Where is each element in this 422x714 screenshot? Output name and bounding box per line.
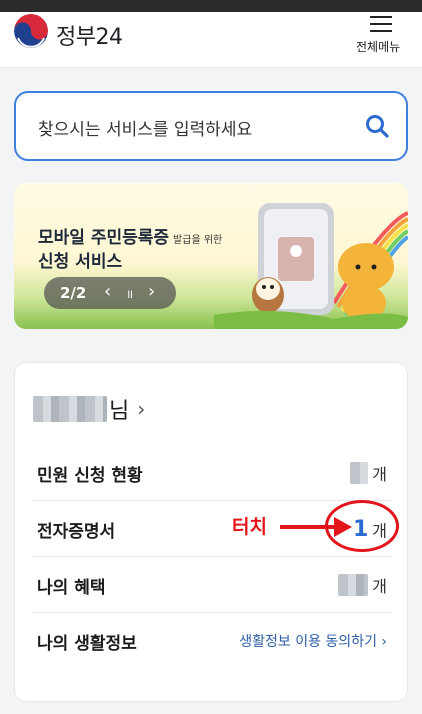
row-value: 개 <box>350 461 387 485</box>
promo-banner[interactable]: 모바일 주민등록증 발급을 위한 신청 서비스 2/2 ‹ ॥ › <box>14 183 408 329</box>
pager-pause-button[interactable]: ॥ <box>126 285 133 302</box>
chevron-right-icon: › <box>137 397 146 421</box>
life-info-consent-link[interactable]: 생활정보 이용 동의하기 › <box>239 631 387 651</box>
pager-count: 2/2 <box>60 284 87 302</box>
pager-prev-button[interactable]: ‹ <box>104 281 111 302</box>
search-box[interactable]: 찾으시는 서비스를 입력하세요 <box>14 91 408 161</box>
row-unit: 개 <box>372 577 387 596</box>
row-unit: 개 <box>372 465 387 484</box>
hamburger-icon <box>370 16 392 32</box>
row-my-life-info[interactable]: 나의 생활정보 생활정보 이용 동의하기 › <box>33 613 391 669</box>
count-redacted <box>338 574 369 596</box>
government-logo-icon[interactable] <box>14 14 48 48</box>
site-logo-text[interactable]: 정부24 <box>56 19 123 51</box>
search-icon[interactable] <box>364 113 390 139</box>
touch-annotation-text: 터치 <box>232 516 267 538</box>
row-civil-application-status[interactable]: 민원 신청 현황 개 <box>33 445 391 501</box>
row-label: 나의 생활정보 <box>37 634 137 654</box>
highlight-circle <box>325 500 399 552</box>
row-label: 전자증명서 <box>37 522 116 542</box>
row-label: 나의 혜택 <box>37 578 106 598</box>
banner-pager: 2/2 ‹ ॥ › <box>44 277 176 309</box>
search-input[interactable]: 찾으시는 서비스를 입력하세요 <box>38 115 252 140</box>
row-value: 개 <box>338 573 387 597</box>
row-my-benefits[interactable]: 나의 혜택 개 <box>33 557 391 613</box>
banner-title-line1: 모바일 주민등록증 발급을 위한 <box>38 223 222 248</box>
user-name-suffix: 님 <box>109 399 130 424</box>
full-menu-button[interactable]: 전체메뉴 <box>356 14 408 58</box>
banner-title-main: 모바일 주민등록증 <box>38 228 170 248</box>
status-bar-area <box>0 0 422 12</box>
banner-title-line2: 신청 서비스 <box>38 252 123 272</box>
banner-illustration <box>214 203 408 329</box>
user-name-redacted <box>33 396 107 422</box>
pager-next-button[interactable]: › <box>148 281 155 302</box>
phone-screen: 정부24 전체메뉴 찾으시는 서비스를 입력하세요 모바일 주민등록증 발급을 위… <box>0 0 422 714</box>
user-profile-link[interactable]: 님 › <box>33 393 146 424</box>
row-label: 민원 신청 현황 <box>37 466 143 486</box>
app-header: 정부24 전체메뉴 <box>0 12 422 68</box>
full-menu-label: 전체메뉴 <box>356 40 401 54</box>
count-redacted <box>350 462 369 484</box>
